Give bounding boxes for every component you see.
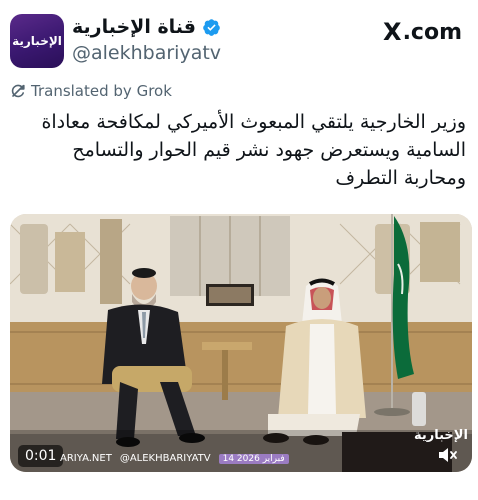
- speaker-muted-icon[interactable]: [437, 446, 459, 464]
- ticker-handle: @ALEKHBARIYATV: [119, 453, 211, 464]
- translate-icon: [11, 84, 25, 98]
- translated-label: Translated by Grok: [31, 82, 172, 100]
- video-player[interactable]: [10, 214, 472, 472]
- account-display-name: قناة الإخبارية: [72, 16, 197, 38]
- x-com-domain: .com: [402, 19, 462, 45]
- tweet-header: الإخبارية قناة الإخبارية @alekhbariyatv …: [0, 0, 478, 80]
- video-ticker: ARIYA.NET @ALEKHBARIYATV 14 فبراير 2026: [60, 453, 289, 464]
- channel-logo-bug: الإخبارية: [414, 428, 468, 443]
- avatar-logo-text: الإخبارية: [12, 34, 62, 48]
- account-avatar[interactable]: الإخبارية: [10, 14, 64, 68]
- ticker-date: 14 فبراير 2026: [218, 453, 289, 464]
- account-handle[interactable]: @alekhbariyatv: [72, 42, 221, 64]
- tweet-text: وزير الخارجية يلتقي المبعوث الأميركي لمك…: [41, 111, 466, 189]
- ticker-site: ARIYA.NET: [60, 453, 112, 464]
- translated-by-grok[interactable]: Translated by Grok: [10, 82, 172, 100]
- x-logo-icon: X: [383, 18, 402, 46]
- video-frame: [10, 214, 472, 472]
- account-display-name-row[interactable]: قناة الإخبارية: [72, 16, 221, 38]
- video-timecode: 0:01: [18, 445, 64, 467]
- account-names: قناة الإخبارية @alekhbariyatv: [72, 16, 221, 64]
- x-com-logo: X .com: [383, 18, 462, 46]
- verified-badge-icon: [203, 18, 220, 36]
